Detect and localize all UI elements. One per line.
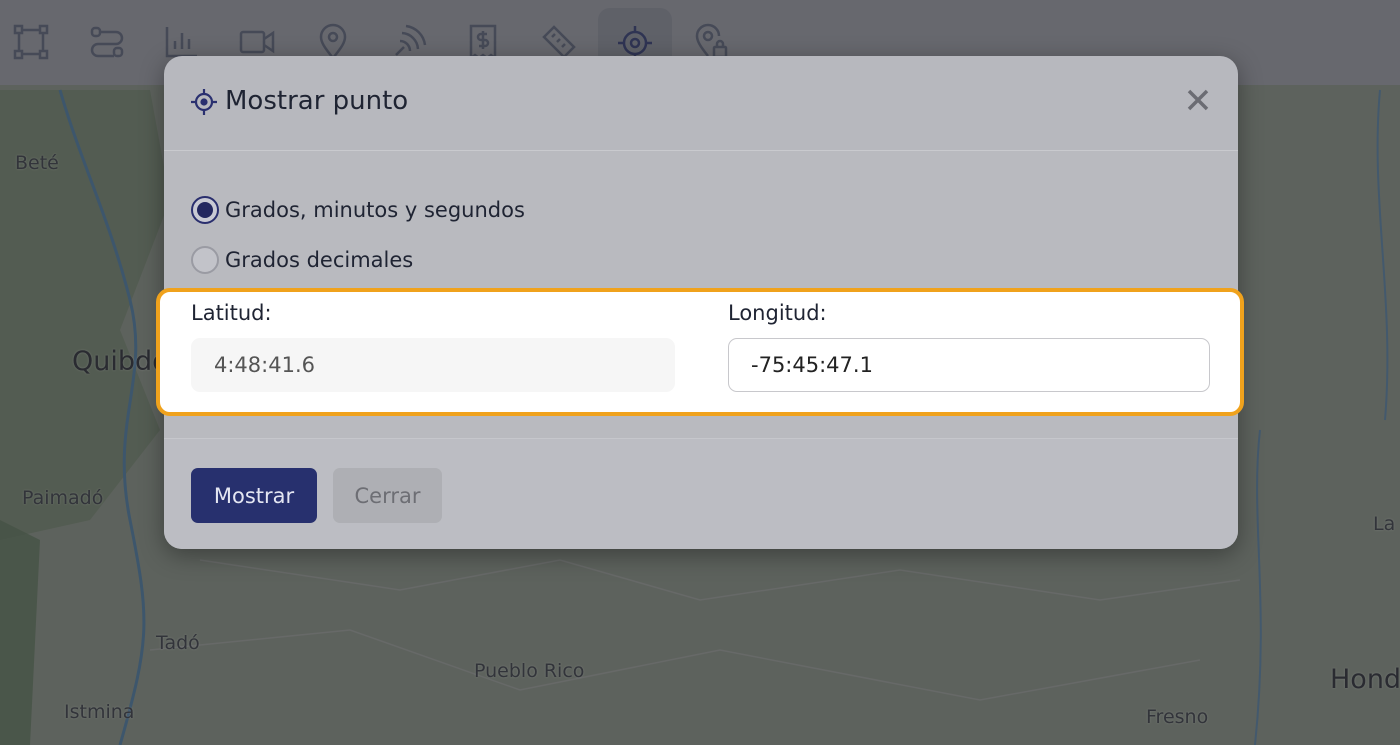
close-button[interactable]: Cerrar [333,468,442,523]
dialog-header: Mostrar punto [164,56,1238,151]
option-decimal[interactable]: Grados decimales [191,246,413,274]
latitude-label: Latitud: [191,301,272,325]
longitude-label: Longitud: [728,301,827,325]
close-icon[interactable] [1184,86,1212,114]
longitude-input[interactable] [728,338,1210,392]
dialog-title: Mostrar punto [225,86,409,116]
crosshair-icon [191,89,217,115]
coordinates-panel: Latitud: Longitud: [156,288,1244,416]
radio-decimal[interactable] [191,246,219,274]
option-decimal-label: Grados decimales [225,248,414,272]
radio-dms[interactable] [191,196,219,224]
show-button[interactable]: Mostrar [191,468,317,523]
dialog-footer: Mostrar Cerrar [164,438,1238,549]
latitude-input[interactable] [191,338,675,392]
option-dms-label: Grados, minutos y segundos [225,198,525,222]
option-dms[interactable]: Grados, minutos y segundos [191,196,525,224]
